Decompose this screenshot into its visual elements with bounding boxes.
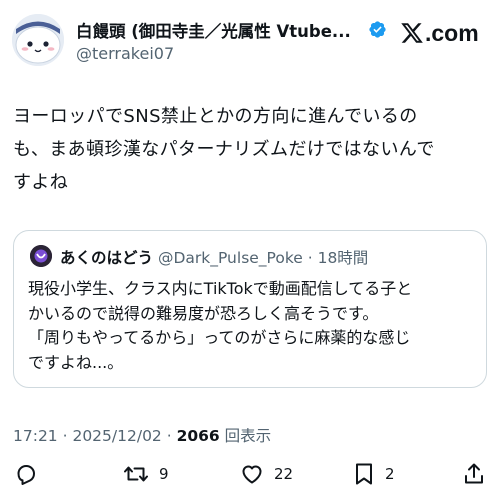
like-count: 22	[274, 465, 294, 483]
meta-separator: ·	[57, 427, 73, 445]
avatar-image	[12, 14, 64, 66]
quote-text-line: かいるので説得の難易度が恐ろしく高そうです。	[28, 303, 379, 323]
like-button[interactable]: 22	[240, 462, 293, 486]
x-com-logo: .com	[400, 20, 479, 46]
quote-text-line: ですよね...。	[28, 352, 124, 372]
quote-separator: ·	[302, 249, 318, 267]
post-meta: 17:21 · 2025/12/02 · 2066 回表示	[13, 424, 271, 446]
quote-header: あくのはどう @Dark_Pulse_Poke · 18時間	[60, 246, 368, 268]
quote-display-name[interactable]: あくのはどう	[60, 249, 153, 267]
quote-time[interactable]: 18時間	[318, 249, 369, 267]
post-text-line: すよね	[13, 172, 69, 193]
action-bar: 9 22 2	[0, 460, 500, 492]
quoted-post[interactable]: あくのはどう @Dark_Pulse_Poke · 18時間 現役小学生、クラス…	[13, 230, 487, 388]
post-date[interactable]: 2025/12/02	[72, 427, 161, 445]
quote-avatar-image	[30, 245, 52, 267]
quote-text-line: 「周りもやってるから」ってのがさらに麻薬的な感じ	[28, 328, 411, 347]
site-logo-text: .com	[425, 19, 479, 46]
share-button[interactable]	[462, 462, 486, 486]
user-handle[interactable]: @terrakei07	[76, 44, 174, 63]
heart-icon	[242, 465, 262, 484]
quote-text: 現役小学生、クラス内にTikTokで動画配信してる子と かいるので説得の難易度が…	[28, 277, 476, 375]
meta-separator: ·	[161, 427, 177, 445]
views-label: 回表示	[219, 427, 272, 445]
reply-button[interactable]	[14, 462, 48, 486]
verified-badge-icon	[369, 21, 386, 38]
post-text: ヨーロッパでSNS禁止とかの方向に進んでいるの も、まあ頓珍漢なパターナリズムだ…	[13, 100, 491, 199]
views-count: 2066	[176, 427, 220, 445]
bookmark-count: 2	[385, 465, 395, 483]
retweet-button[interactable]: 9	[123, 462, 169, 486]
bookmark-icon	[356, 463, 372, 485]
share-icon	[465, 463, 483, 484]
retweet-icon	[124, 466, 148, 482]
quote-text-line: 現役小学生、クラス内にTikTokで動画配信してる子と	[28, 279, 413, 298]
post-time[interactable]: 17:21	[13, 427, 58, 445]
retweet-count: 9	[159, 465, 169, 483]
reply-icon	[17, 465, 35, 485]
post-text-line: も、まあ頓珍漢なパターナリズムだけではないんで	[13, 139, 435, 160]
bookmark-button[interactable]: 2	[353, 462, 395, 486]
post-text-line: ヨーロッパでSNS禁止とかの方向に進んでいるの	[13, 106, 418, 127]
quote-handle[interactable]: @Dark_Pulse_Poke	[158, 249, 303, 267]
avatar[interactable]	[12, 14, 64, 66]
display-name[interactable]: 白饅頭 (御田寺圭／光属性 Vtube...	[76, 18, 366, 42]
x-logo-icon	[401, 23, 423, 43]
quote-avatar[interactable]	[30, 245, 52, 267]
